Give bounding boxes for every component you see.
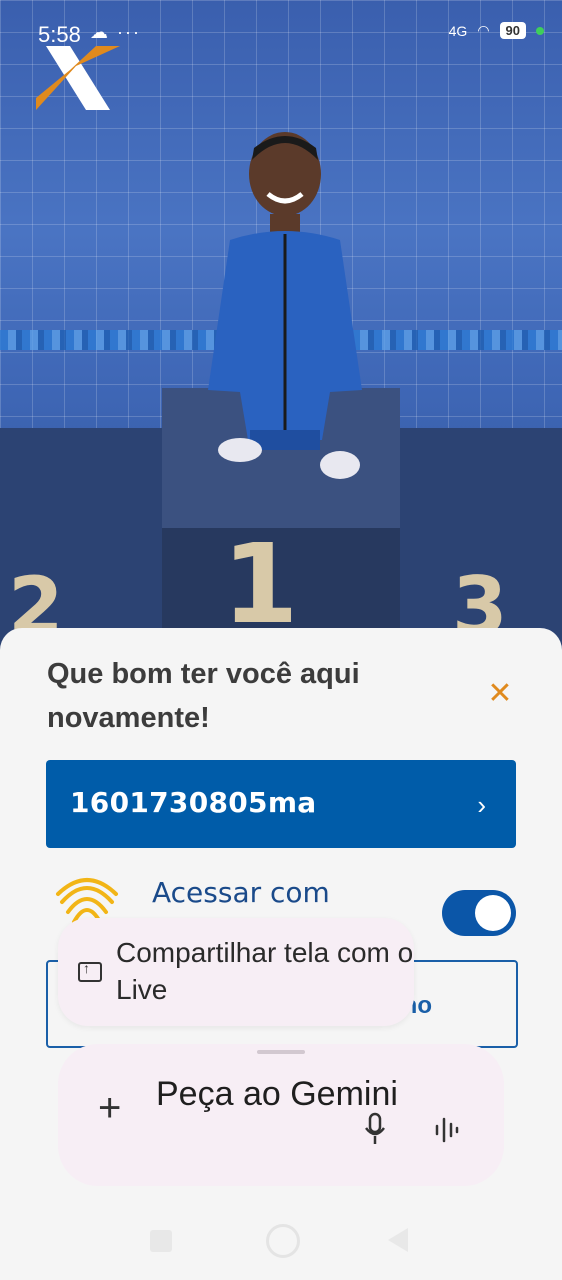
athlete-figure	[208, 132, 362, 479]
back-icon[interactable]	[388, 1228, 408, 1252]
chevron-right-icon: ›	[477, 790, 486, 820]
gemini-prompt-placeholder: Peça ao Gemini	[156, 1075, 398, 1113]
live-waveform-icon[interactable]	[434, 1116, 460, 1144]
drag-handle[interactable]	[257, 1050, 305, 1054]
microphone-icon[interactable]	[364, 1112, 386, 1146]
recents-icon[interactable]	[150, 1230, 172, 1252]
toggle-knob	[475, 895, 511, 931]
status-bar: 5:58 ☁ ··· 4G ◠ 90	[0, 0, 562, 64]
system-nav-bar	[0, 1200, 562, 1280]
hero-banner: 2 1 3	[0, 0, 562, 660]
screen-share-icon	[78, 960, 102, 982]
close-icon[interactable]: ✕	[484, 678, 516, 710]
status-time: 5:58	[38, 22, 81, 47]
home-icon[interactable]	[266, 1224, 300, 1258]
gemini-input-bar[interactable]: + Peça ao Gemini	[58, 1044, 504, 1186]
share-screen-live-popup[interactable]: Compartilhar tela com o Live	[58, 918, 414, 1026]
welcome-title: Que bom ter você aqui novamente!	[47, 658, 360, 734]
status-cloud-icon: ☁ ···	[90, 22, 141, 42]
user-account-button[interactable]: 1601730805ma ›	[46, 760, 516, 848]
biometric-toggle[interactable]	[442, 890, 516, 936]
biometric-access-label: Acessar com	[152, 876, 330, 909]
plus-icon[interactable]: +	[98, 1088, 121, 1128]
signal-icon: 4G	[448, 22, 468, 39]
status-right-icons: 4G ◠ 90	[449, 22, 544, 39]
wifi-icon: ◠	[477, 22, 490, 38]
share-screen-label: Compartilhar tela com o Live	[116, 937, 414, 1005]
battery-icon: 90	[499, 22, 526, 39]
user-id-text: 1601730805ma	[70, 786, 317, 819]
privacy-dot-icon	[536, 26, 544, 35]
